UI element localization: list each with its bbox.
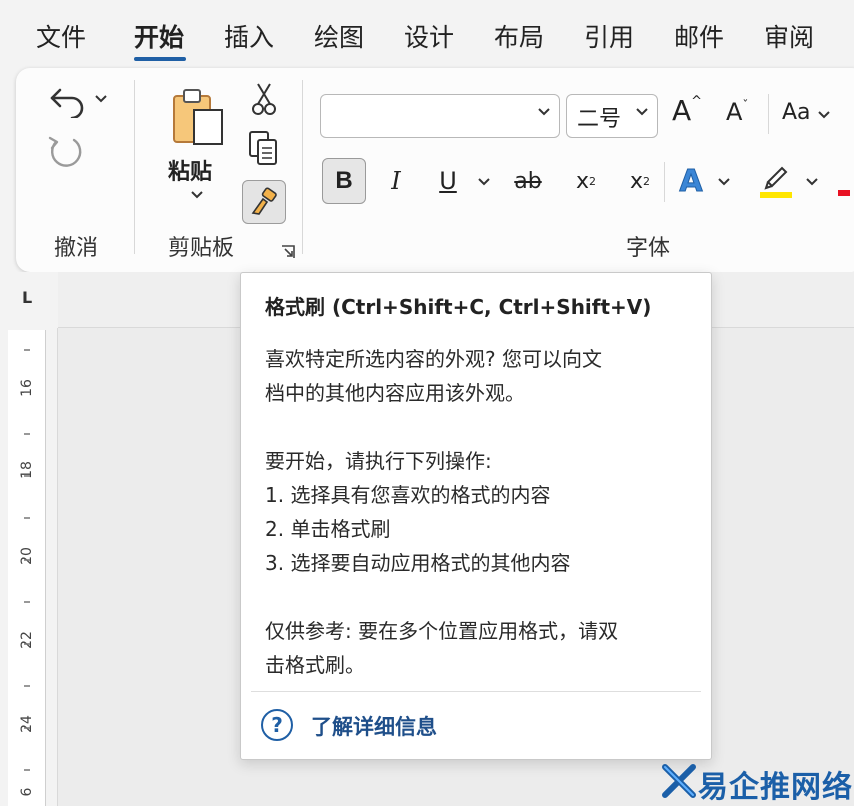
change-case-label: Aa — [782, 100, 811, 125]
bold-button[interactable]: B — [322, 158, 366, 204]
ribbon-panel: 撤消 粘贴 剪贴板 二号 A^ Aˇ Aa B I U ab x 2 x 2 A… — [16, 68, 854, 272]
tab-review[interactable]: 审阅 — [764, 18, 814, 58]
font-color-swatch-icon[interactable] — [838, 188, 850, 198]
chevron-down-icon — [538, 108, 550, 116]
undo-group-label: 撤消 — [54, 236, 99, 261]
tooltip-divider — [251, 691, 701, 692]
chevron-down-icon — [817, 111, 830, 119]
tab-references[interactable]: 引用 — [584, 18, 634, 58]
paste-dropdown-chevron-icon[interactable] — [190, 190, 204, 200]
tooltip-step: 2. 单击格式刷 — [265, 517, 391, 541]
group-divider — [768, 94, 769, 134]
tab-file[interactable]: 文件 — [36, 18, 86, 58]
superscript-label: x — [629, 168, 644, 194]
group-divider — [302, 80, 303, 254]
tooltip-text: 档中的其他内容应用该外观。 — [265, 381, 525, 405]
tab-draw[interactable]: 绘图 — [314, 18, 364, 58]
chevron-down-icon — [636, 108, 648, 116]
tooltip-step: 3. 选择要自动应用格式的其他内容 — [265, 551, 571, 575]
shrink-font-button[interactable]: Aˇ — [726, 98, 748, 126]
paste-label[interactable]: 粘贴 — [168, 154, 212, 186]
tab-insert[interactable]: 插入 — [224, 18, 274, 58]
font-size-select[interactable]: 二号 — [566, 94, 658, 138]
copy-icon[interactable] — [248, 130, 280, 166]
undo-icon[interactable] — [48, 82, 92, 118]
italic-button[interactable]: I — [382, 158, 410, 204]
tooltip-text: 仅供参考: 要在多个位置应用格式，请双 — [265, 619, 619, 643]
tooltip-text: 喜欢特定所选内容的外观? 您可以向文 — [265, 347, 602, 371]
strikethrough-button[interactable]: ab — [510, 158, 546, 204]
ruler-corner: L — [0, 272, 58, 328]
highlighter-chevron-icon[interactable] — [806, 178, 818, 186]
watermark: 易企推网络 — [662, 760, 854, 806]
shrink-font-label: A — [726, 98, 743, 126]
format-painter-tooltip: 格式刷 (Ctrl+Shift+C, Ctrl+Shift+V) 喜欢特定所选内… — [240, 272, 712, 760]
active-tab-indicator — [134, 57, 186, 61]
learn-more-link[interactable]: 了解详细信息 — [311, 711, 437, 741]
watermark-text: 易企推网络 — [698, 770, 853, 805]
watermark-logo-icon — [662, 764, 696, 798]
tooltip-text: 要开始，请执行下列操作: — [265, 449, 492, 473]
underline-dropdown-chevron-icon[interactable] — [478, 178, 490, 186]
caret-down-icon: ˇ — [742, 98, 749, 112]
tooltip-text: 击格式刷。 — [265, 653, 365, 677]
paste-clipboard-icon[interactable] — [168, 86, 228, 150]
font-name-select[interactable] — [320, 94, 560, 138]
clipboard-launcher-icon[interactable] — [280, 244, 296, 260]
font-group-label: 字体 — [626, 236, 671, 261]
highlighter-icon[interactable] — [758, 160, 794, 200]
grow-font-button[interactable]: A^ — [672, 94, 702, 127]
group-divider — [664, 162, 665, 202]
cut-scissors-icon[interactable] — [252, 82, 276, 116]
format-painter-brush-icon — [251, 187, 277, 215]
underline-button[interactable]: U — [434, 158, 462, 204]
tab-design[interactable]: 设计 — [404, 18, 454, 58]
superscript-button[interactable]: x2 — [626, 158, 654, 204]
grow-font-label: A — [672, 94, 692, 127]
text-effects-chevron-icon[interactable] — [718, 178, 730, 186]
tooltip-title: 格式刷 (Ctrl+Shift+C, Ctrl+Shift+V) — [265, 295, 652, 319]
redo-icon[interactable] — [46, 134, 86, 172]
tooltip-step: 1. 选择具有您喜欢的格式的内容 — [265, 483, 551, 507]
font-size-value: 二号 — [577, 107, 622, 132]
subscript-label: x — [575, 168, 590, 194]
ribbon-tabs: 文件 开始 插入 绘图 设计 布局 引用 邮件 审阅 — [0, 0, 854, 66]
tab-home[interactable]: 开始 — [134, 18, 184, 58]
help-question-icon[interactable]: ? — [261, 709, 293, 741]
tab-layout[interactable]: 布局 — [494, 18, 544, 58]
clipboard-group-label: 剪贴板 — [168, 236, 235, 261]
undo-dropdown-chevron-icon[interactable] — [94, 94, 108, 104]
tab-mailings[interactable]: 邮件 — [674, 18, 724, 58]
subscript-button[interactable]: x2 — [572, 158, 600, 204]
caret-up-icon: ^ — [691, 94, 703, 109]
format-painter-button[interactable] — [242, 180, 286, 224]
superscript-mark: 2 — [643, 174, 651, 188]
group-divider — [134, 80, 135, 254]
subscript-mark: 2 — [589, 174, 597, 188]
text-effects-button[interactable]: A — [676, 158, 706, 204]
change-case-button[interactable]: Aa — [782, 100, 830, 125]
ruler-ticks — [24, 349, 30, 771]
tab-stop-selector[interactable]: L — [22, 288, 32, 307]
